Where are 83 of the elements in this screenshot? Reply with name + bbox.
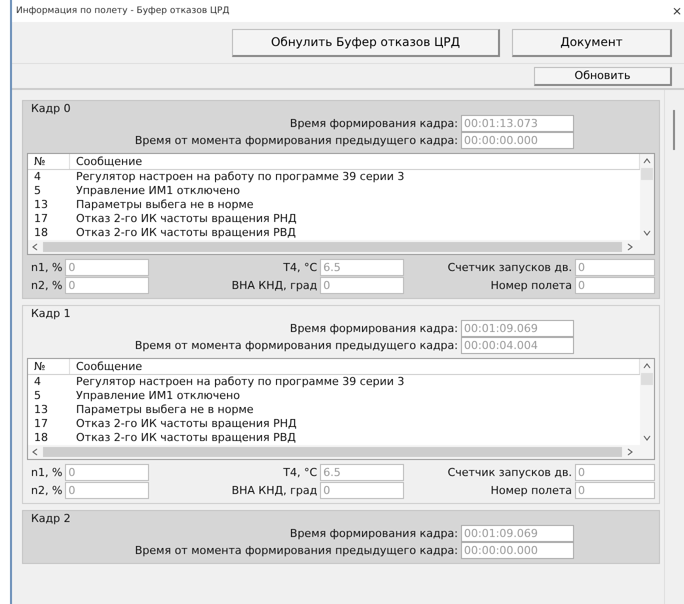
scroll-up-icon[interactable] (643, 362, 651, 370)
table-cell-text: Отказ 2-го ИК частоты вращения РНД (75, 417, 298, 431)
field-label: n2, % (31, 484, 62, 497)
field-label: Время от момента формирования предыдущего кадра: (134, 544, 458, 557)
frame-legend: Кадр 0 (31, 102, 655, 115)
window-title: Информация по полету - Буфер отказов ЦРД (16, 6, 230, 16)
scroll-left-icon[interactable] (31, 448, 39, 456)
field-label: T4, °C (282, 466, 318, 479)
table-cell-text: Управление ИМ1 отключено (75, 184, 241, 198)
value-field[interactable]: 0 (65, 464, 150, 481)
field-label: ВНА КНД, град (230, 279, 318, 292)
table-cell-text: 13 (33, 198, 49, 212)
field-label: Время формирования кадра: (288, 117, 458, 130)
table-cell-text: 17 (33, 417, 49, 431)
table-cell-text: 5 (33, 389, 42, 403)
reset-buffer-button[interactable]: Обнулить Буфер отказов ЦРД (232, 28, 500, 56)
scrollbar[interactable] (640, 359, 654, 445)
column-header[interactable]: № (28, 154, 70, 169)
field-label: ВНА КНД, град (230, 484, 318, 497)
table-cell-text: 13 (33, 403, 49, 417)
time-field[interactable]: 00:01:13.073 (461, 115, 574, 132)
close-button[interactable]: × (672, 4, 682, 18)
value-field[interactable]: 0 (65, 277, 150, 294)
value-field[interactable]: 0 (575, 259, 655, 276)
table-cell-text: 4 (33, 170, 42, 184)
value-field[interactable]: 6.5 (320, 259, 404, 276)
time-field[interactable]: 00:01:09.069 (461, 320, 574, 337)
scroll-right-icon[interactable] (626, 448, 634, 456)
table-cell-text: 18 (33, 226, 49, 240)
field-label: Время от момента формирования предыдущего кадра: (134, 134, 458, 147)
field-label: n1, % (31, 261, 62, 274)
scrollbar[interactable] (28, 445, 654, 459)
value-field[interactable]: 0 (575, 482, 655, 499)
field-label: Номер полета (490, 484, 572, 497)
table-cell-text: 5 (33, 184, 42, 198)
table-cell-text: Отказ 2-го ИК частоты вращения РВД (75, 431, 297, 445)
column-header[interactable]: № (28, 359, 70, 374)
message-list[interactable]: № Сообщение 4 Регулятор настроен на работу по программе 39 серии 3 5 Управление ИМ1 отключено 13 Параметры выбега не в норме 17 Отказ 2-го ИК частоты вращения РНД 18 Отказ 2-го ИК частоты вращения РВД (27, 153, 655, 255)
value-field[interactable]: 0 (65, 482, 150, 499)
refresh-button[interactable]: Обновить (534, 66, 672, 86)
table-cell-text: 18 (33, 431, 49, 445)
frame-legend: Кадр 2 (31, 512, 655, 525)
value-field[interactable]: 0 (320, 277, 404, 294)
scrollbar[interactable] (28, 240, 654, 254)
scroll-up-icon[interactable] (643, 157, 651, 165)
scroll-down-icon[interactable] (643, 229, 651, 237)
table-cell-text: 4 (33, 375, 42, 389)
time-field[interactable]: 00:00:04.004 (461, 337, 574, 354)
time-field[interactable]: 00:01:09.069 (461, 525, 574, 542)
table-cell-text: Управление ИМ1 отключено (75, 389, 241, 403)
table-cell-text: Параметры выбега не в норме (75, 198, 255, 212)
scrollbar[interactable] (640, 154, 654, 240)
scroll-thumb[interactable] (641, 373, 653, 385)
value-field[interactable]: 0 (65, 259, 150, 276)
value-field[interactable]: 0 (320, 482, 404, 499)
value-field[interactable]: 0 (575, 277, 655, 294)
field-label: Время формирования кадра: (288, 527, 458, 540)
field-label: Номер полета (490, 279, 572, 292)
time-field[interactable]: 00:00:00.000 (461, 132, 574, 149)
value-field[interactable]: 0 (575, 464, 655, 481)
field-label: n2, % (31, 279, 62, 292)
table-cell-text: Параметры выбега не в норме (75, 403, 255, 417)
table-cell-text: Отказ 2-го ИК частоты вращения РВД (75, 226, 297, 240)
field-label: T4, °C (282, 261, 318, 274)
field-label: Счетчик запусков дв. (446, 261, 572, 274)
value-field[interactable]: 6.5 (320, 464, 404, 481)
field-label: n1, % (31, 466, 62, 479)
document-button[interactable]: Документ (512, 28, 672, 56)
time-field[interactable]: 00:00:00.000 (461, 542, 574, 559)
table-cell-text: 17 (33, 212, 49, 226)
scroll-thumb[interactable] (641, 168, 653, 180)
scroll-down-icon[interactable] (643, 434, 651, 442)
table-cell-text: Регулятор настроен на работу по программе 39 серии 3 (75, 170, 406, 184)
scroll-thumb[interactable] (673, 110, 675, 150)
field-label: Время формирования кадра: (288, 322, 458, 335)
field-label: Счетчик запусков дв. (446, 466, 572, 479)
frame-legend: Кадр 1 (31, 307, 655, 320)
message-list[interactable]: № Сообщение 4 Регулятор настроен на работу по программе 39 серии 3 5 Управление ИМ1 отключено 13 Параметры выбега не в норме 17 Отказ 2-го ИК частоты вращения РНД 18 Отказ 2-го ИК частоты вращения РВД (27, 358, 655, 460)
scroll-left-icon[interactable] (31, 243, 39, 251)
table-cell-text: Отказ 2-го ИК частоты вращения РНД (75, 212, 298, 226)
table-cell-text: Регулятор настроен на работу по программе 39 серии 3 (75, 375, 406, 389)
scroll-right-icon[interactable] (626, 243, 634, 251)
field-label: Время от момента формирования предыдущего кадра: (134, 339, 458, 352)
